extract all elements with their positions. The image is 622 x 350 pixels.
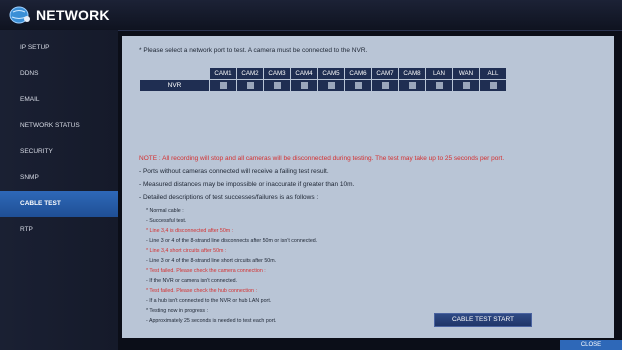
lan-checkbox[interactable]	[435, 81, 443, 89]
port-select-prompt: * Please select a network port to test. …	[139, 47, 368, 54]
sidebar-item-network-status[interactable]: NETWORK STATUS	[0, 113, 118, 139]
port-cell	[425, 79, 453, 92]
detail-line: * Testing now in progress :	[146, 308, 209, 314]
nvr-row-label: NVR	[139, 79, 210, 92]
cam4-checkbox[interactable]	[300, 81, 308, 89]
col-header-all: ALL	[479, 67, 507, 80]
sidebar-item-email[interactable]: EMAIL	[0, 87, 118, 113]
detail-line: - If the NVR or camera isn't connected.	[146, 278, 238, 284]
detail-line: * Line 3,4 is disconnected after 50m :	[146, 228, 234, 234]
close-button[interactable]: CLOSE	[560, 340, 622, 350]
sidebar: IP SETUP DDNS EMAIL NETWORK STATUS SECUR…	[0, 30, 118, 350]
page-title: NETWORK	[36, 7, 110, 23]
all-checkbox[interactable]	[489, 81, 497, 89]
sidebar-item-rtp[interactable]: RTP	[0, 217, 118, 243]
port-cell	[479, 79, 507, 92]
table-corner	[139, 67, 210, 80]
port-cell	[452, 79, 480, 92]
col-header-wan: WAN	[452, 67, 480, 80]
col-header-cam2: CAM2	[236, 67, 264, 80]
cam5-checkbox[interactable]	[327, 81, 335, 89]
nvr-row: NVR	[139, 79, 507, 92]
detail-line: * Test failed. Please check the hub conn…	[146, 288, 257, 294]
detail-line: - Line 3 or 4 of the 8-strand line short…	[146, 258, 277, 264]
detail-line: * Line 3,4 short circuits after 50m :	[146, 248, 227, 254]
info-line: - Measured distances may be impossible o…	[139, 181, 355, 188]
network-globe-icon	[9, 6, 30, 24]
cam8-checkbox[interactable]	[408, 81, 416, 89]
detail-line: - Line 3 or 4 of the 8-strand line disco…	[146, 238, 318, 244]
warning-note: NOTE : All recording will stop and all c…	[139, 155, 505, 162]
port-cell	[371, 79, 399, 92]
sidebar-item-ddns[interactable]: DDNS	[0, 61, 118, 87]
detail-line: - If a hub isn't connected to the NVR or…	[146, 298, 272, 304]
cable-test-start-button[interactable]: CABLE TEST START	[434, 313, 532, 327]
detail-line: * Normal cable :	[146, 208, 184, 214]
col-header-cam5: CAM5	[317, 67, 345, 80]
port-cell	[263, 79, 291, 92]
col-header-cam6: CAM6	[344, 67, 372, 80]
info-line: - Ports without cameras connected will r…	[139, 168, 329, 175]
title-bar: NETWORK	[0, 0, 622, 31]
col-header-cam7: CAM7	[371, 67, 399, 80]
cam6-checkbox[interactable]	[354, 81, 362, 89]
cam3-checkbox[interactable]	[273, 81, 281, 89]
port-header-row: CAM1 CAM2 CAM3 CAM4 CAM5 CAM6 CAM7 CAM8 …	[139, 67, 507, 80]
detail-line: * Test failed. Please check the camera c…	[146, 268, 266, 274]
sidebar-item-security[interactable]: SECURITY	[0, 139, 118, 165]
cam7-checkbox[interactable]	[381, 81, 389, 89]
col-header-cam3: CAM3	[263, 67, 291, 80]
col-header-cam8: CAM8	[398, 67, 426, 80]
port-selection-table: CAM1 CAM2 CAM3 CAM4 CAM5 CAM6 CAM7 CAM8 …	[139, 67, 507, 92]
sidebar-item-ip-setup[interactable]: IP SETUP	[0, 35, 118, 61]
cam1-checkbox[interactable]	[219, 81, 227, 89]
port-cell	[398, 79, 426, 92]
col-header-cam1: CAM1	[209, 67, 237, 80]
col-header-cam4: CAM4	[290, 67, 318, 80]
wan-checkbox[interactable]	[462, 81, 470, 89]
detail-line: - Successful test.	[146, 218, 187, 224]
port-cell	[209, 79, 237, 92]
port-cell	[290, 79, 318, 92]
port-cell	[344, 79, 372, 92]
sidebar-item-snmp[interactable]: SNMP	[0, 165, 118, 191]
detail-line: - Approximately 25 seconds is needed to …	[146, 318, 277, 324]
cable-test-panel: * Please select a network port to test. …	[122, 36, 614, 338]
cam2-checkbox[interactable]	[246, 81, 254, 89]
sidebar-item-cable-test[interactable]: CABLE TEST	[0, 191, 118, 217]
info-line: - Detailed descriptions of test successe…	[139, 194, 319, 201]
port-cell	[236, 79, 264, 92]
col-header-lan: LAN	[425, 67, 453, 80]
port-cell	[317, 79, 345, 92]
